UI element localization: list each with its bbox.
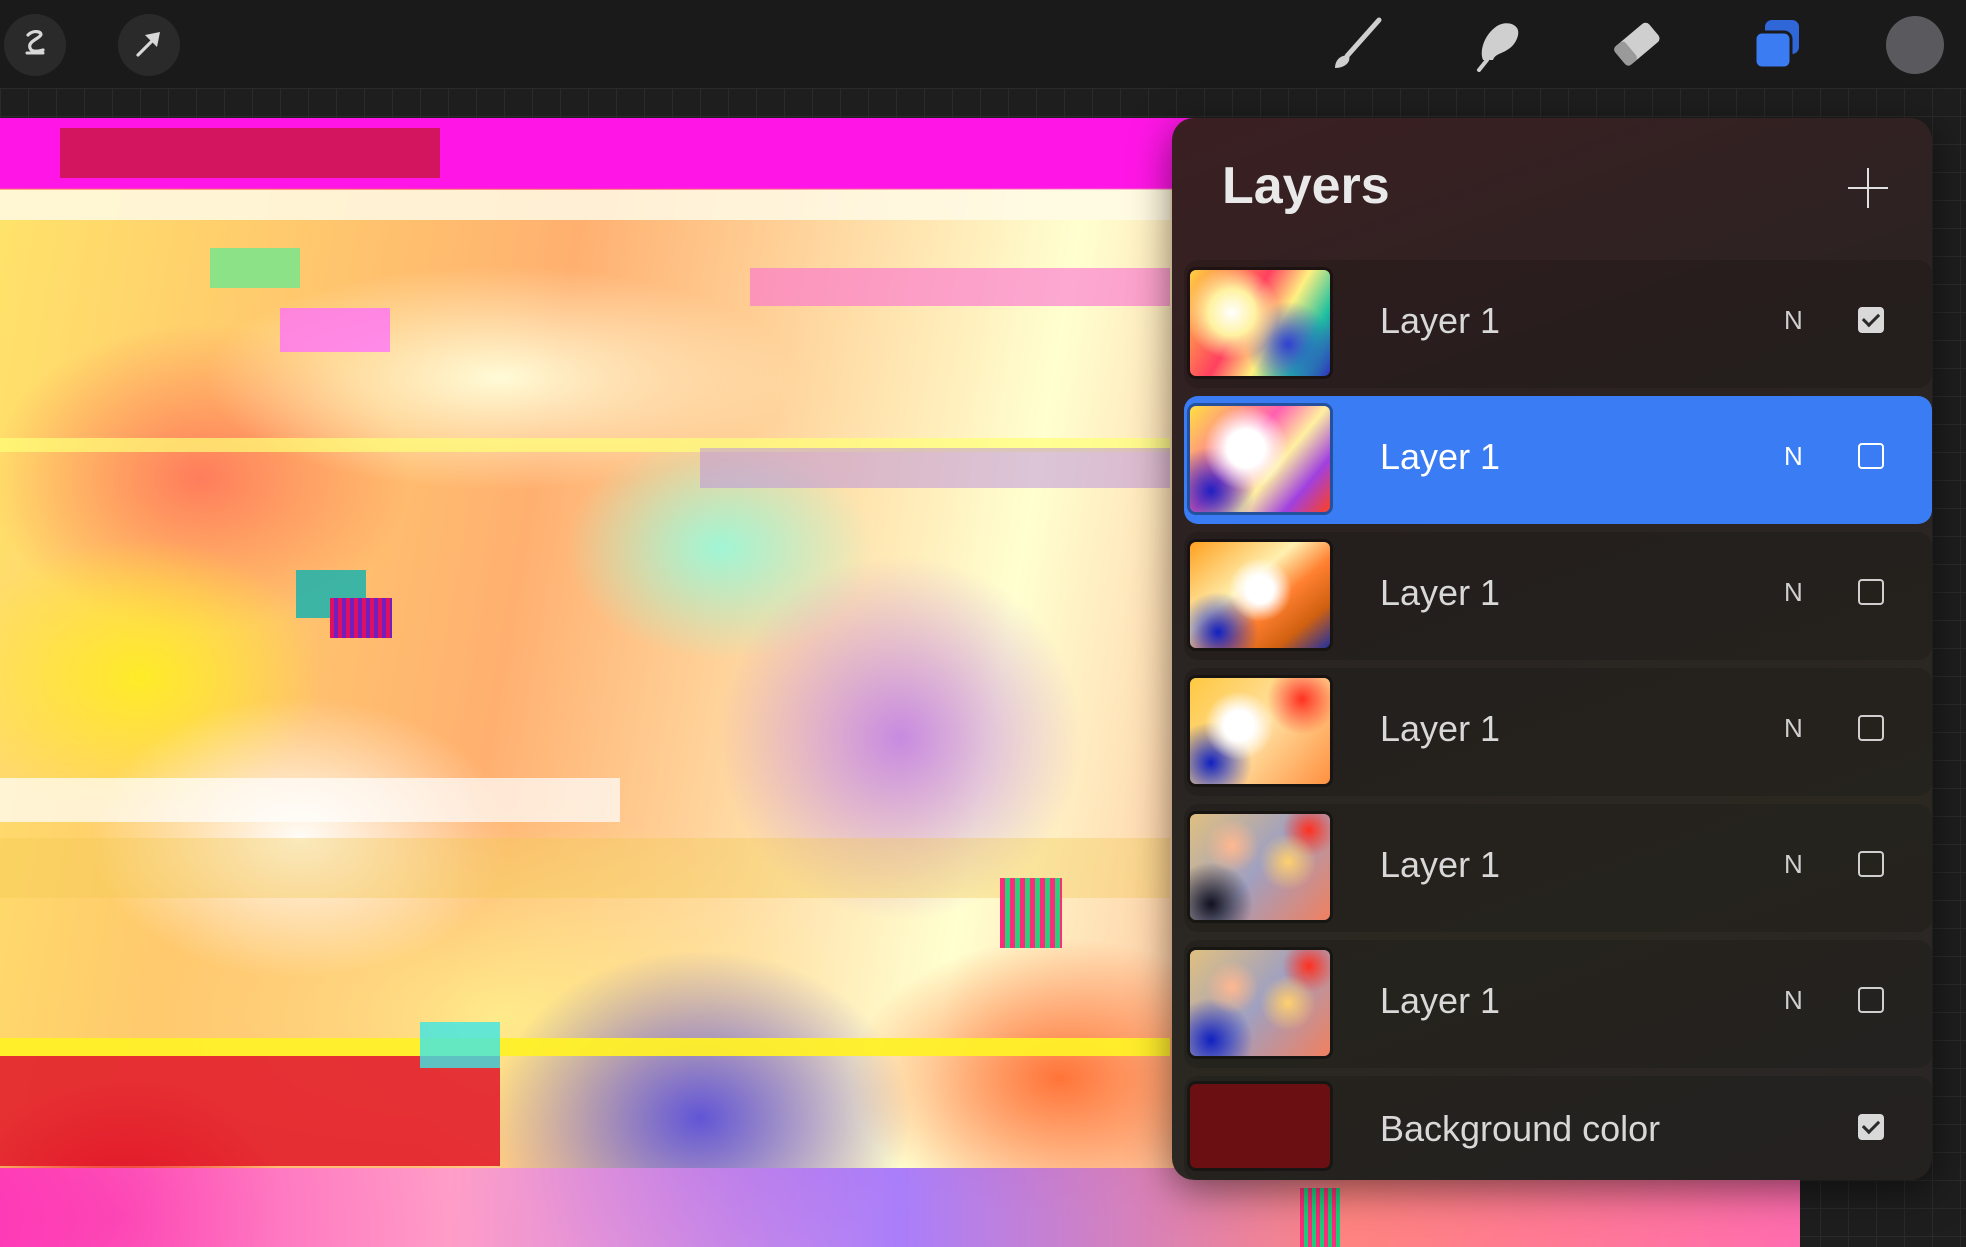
glitch-band bbox=[0, 190, 1170, 220]
modify-button[interactable] bbox=[4, 14, 66, 76]
brush-icon bbox=[1327, 16, 1387, 77]
blend-mode[interactable]: N bbox=[1784, 305, 1803, 336]
layer-name: Layer 1 bbox=[1380, 300, 1501, 341]
blend-mode[interactable]: N bbox=[1784, 441, 1803, 472]
background-color-thumbnail bbox=[1190, 1084, 1330, 1168]
glitch-block bbox=[330, 598, 392, 638]
brush-button[interactable] bbox=[1326, 16, 1388, 76]
layer-row[interactable]: Layer 1 N bbox=[1184, 396, 1932, 524]
layer-thumbnail bbox=[1190, 678, 1330, 784]
glitch-block bbox=[1000, 878, 1062, 948]
visibility-checkbox[interactable] bbox=[1858, 307, 1884, 333]
modify-icon bbox=[18, 26, 52, 65]
visibility-checkbox[interactable] bbox=[1858, 851, 1884, 877]
layer-row[interactable]: Layer 1 N bbox=[1184, 532, 1932, 660]
layer-thumbnail bbox=[1190, 542, 1330, 648]
layer-name: Layer 1 bbox=[1380, 844, 1501, 885]
glitch-band bbox=[700, 448, 1170, 488]
layer-name: Layer 1 bbox=[1380, 980, 1501, 1021]
layer-thumbnail bbox=[1190, 270, 1330, 376]
top-toolbar bbox=[0, 0, 1966, 88]
visibility-checkbox[interactable] bbox=[1858, 1114, 1884, 1140]
layer-thumbnail bbox=[1190, 814, 1330, 920]
layer-name: Background color bbox=[1380, 1108, 1661, 1149]
glitch-block bbox=[210, 248, 300, 288]
plus-icon[interactable] bbox=[1846, 166, 1890, 210]
blend-mode[interactable]: N bbox=[1784, 985, 1803, 1016]
blend-mode[interactable]: N bbox=[1784, 577, 1803, 608]
blend-mode[interactable]: N bbox=[1784, 849, 1803, 880]
layer-name: Layer 1 bbox=[1380, 572, 1501, 613]
selection-arrow-icon bbox=[132, 26, 166, 65]
smudge-icon bbox=[1469, 16, 1525, 77]
layer-thumbnail bbox=[1190, 950, 1330, 1056]
layer-row[interactable]: Layer 1 N bbox=[1184, 668, 1932, 796]
glitch-band bbox=[0, 838, 1170, 898]
layer-name: Layer 1 bbox=[1380, 436, 1501, 477]
glitch-band bbox=[60, 128, 440, 178]
glitch-block bbox=[280, 308, 390, 352]
eraser-icon bbox=[1607, 16, 1667, 77]
layers-button[interactable] bbox=[1746, 16, 1808, 76]
glitch-band bbox=[750, 268, 1170, 306]
layers-icon bbox=[1749, 16, 1805, 77]
visibility-checkbox[interactable] bbox=[1858, 987, 1884, 1013]
layers-panel: Layers Layer 1 N Layer 1 N Layer 1 N Lay… bbox=[1172, 118, 1932, 1180]
panel-title: Layers bbox=[1222, 157, 1390, 215]
layer-name: Layer 1 bbox=[1380, 708, 1501, 749]
selection-button[interactable] bbox=[118, 14, 180, 76]
background-color-row[interactable]: Background color bbox=[1184, 1076, 1932, 1180]
eraser-button[interactable] bbox=[1606, 16, 1668, 76]
glitch-band bbox=[0, 1038, 1170, 1056]
visibility-checkbox[interactable] bbox=[1858, 579, 1884, 605]
glitch-block bbox=[1300, 1188, 1340, 1247]
layer-row[interactable]: Layer 1 N bbox=[1184, 940, 1932, 1068]
visibility-checkbox[interactable] bbox=[1858, 715, 1884, 741]
glitch-block bbox=[420, 1022, 500, 1068]
blend-mode[interactable]: N bbox=[1784, 713, 1803, 744]
layer-thumbnail bbox=[1190, 406, 1330, 512]
glitch-band bbox=[0, 1056, 500, 1166]
color-swatch[interactable] bbox=[1886, 16, 1944, 74]
layer-row[interactable]: Layer 1 N bbox=[1184, 260, 1932, 388]
visibility-checkbox[interactable] bbox=[1858, 443, 1884, 469]
layer-row[interactable]: Layer 1 N bbox=[1184, 804, 1932, 932]
smudge-button[interactable] bbox=[1466, 16, 1528, 76]
glitch-band bbox=[0, 778, 620, 822]
